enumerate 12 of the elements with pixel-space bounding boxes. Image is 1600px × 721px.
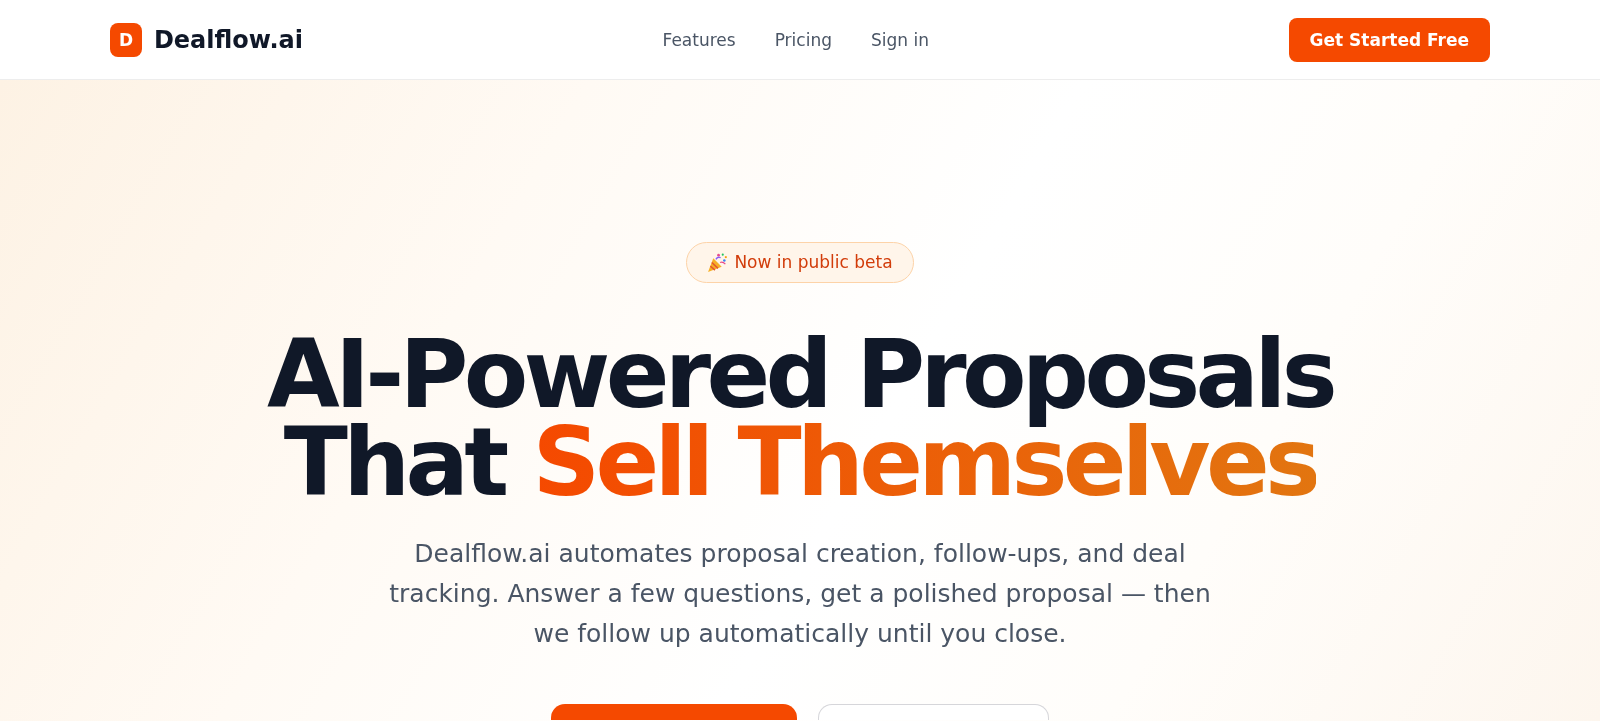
hero-description: Dealflow.ai automates proposal creation, follow-ups, and deal tracking. Answer a few questions, get a polished proposal — then we follow up automatically until you close. <box>388 538 1212 650</box>
hero-heading: AI-Powered Proposals That Sell Themselves <box>265 331 1335 507</box>
outline-button[interactable] <box>818 704 1049 720</box>
nav-link[interactable]: Sign in <box>871 29 929 50</box>
logo-icon[interactable]: D <box>110 22 142 57</box>
nav-link[interactable]: Features <box>662 29 736 50</box>
party-popper-icon <box>707 252 729 273</box>
get-started-button[interactable]: Get Started Free <box>1288 17 1490 62</box>
primary-button[interactable] <box>551 704 797 720</box>
badge-text: Now in public beta <box>734 251 893 274</box>
nav-link[interactable]: Pricing <box>774 29 832 50</box>
brand-name[interactable]: Dealflow.ai <box>153 25 303 54</box>
